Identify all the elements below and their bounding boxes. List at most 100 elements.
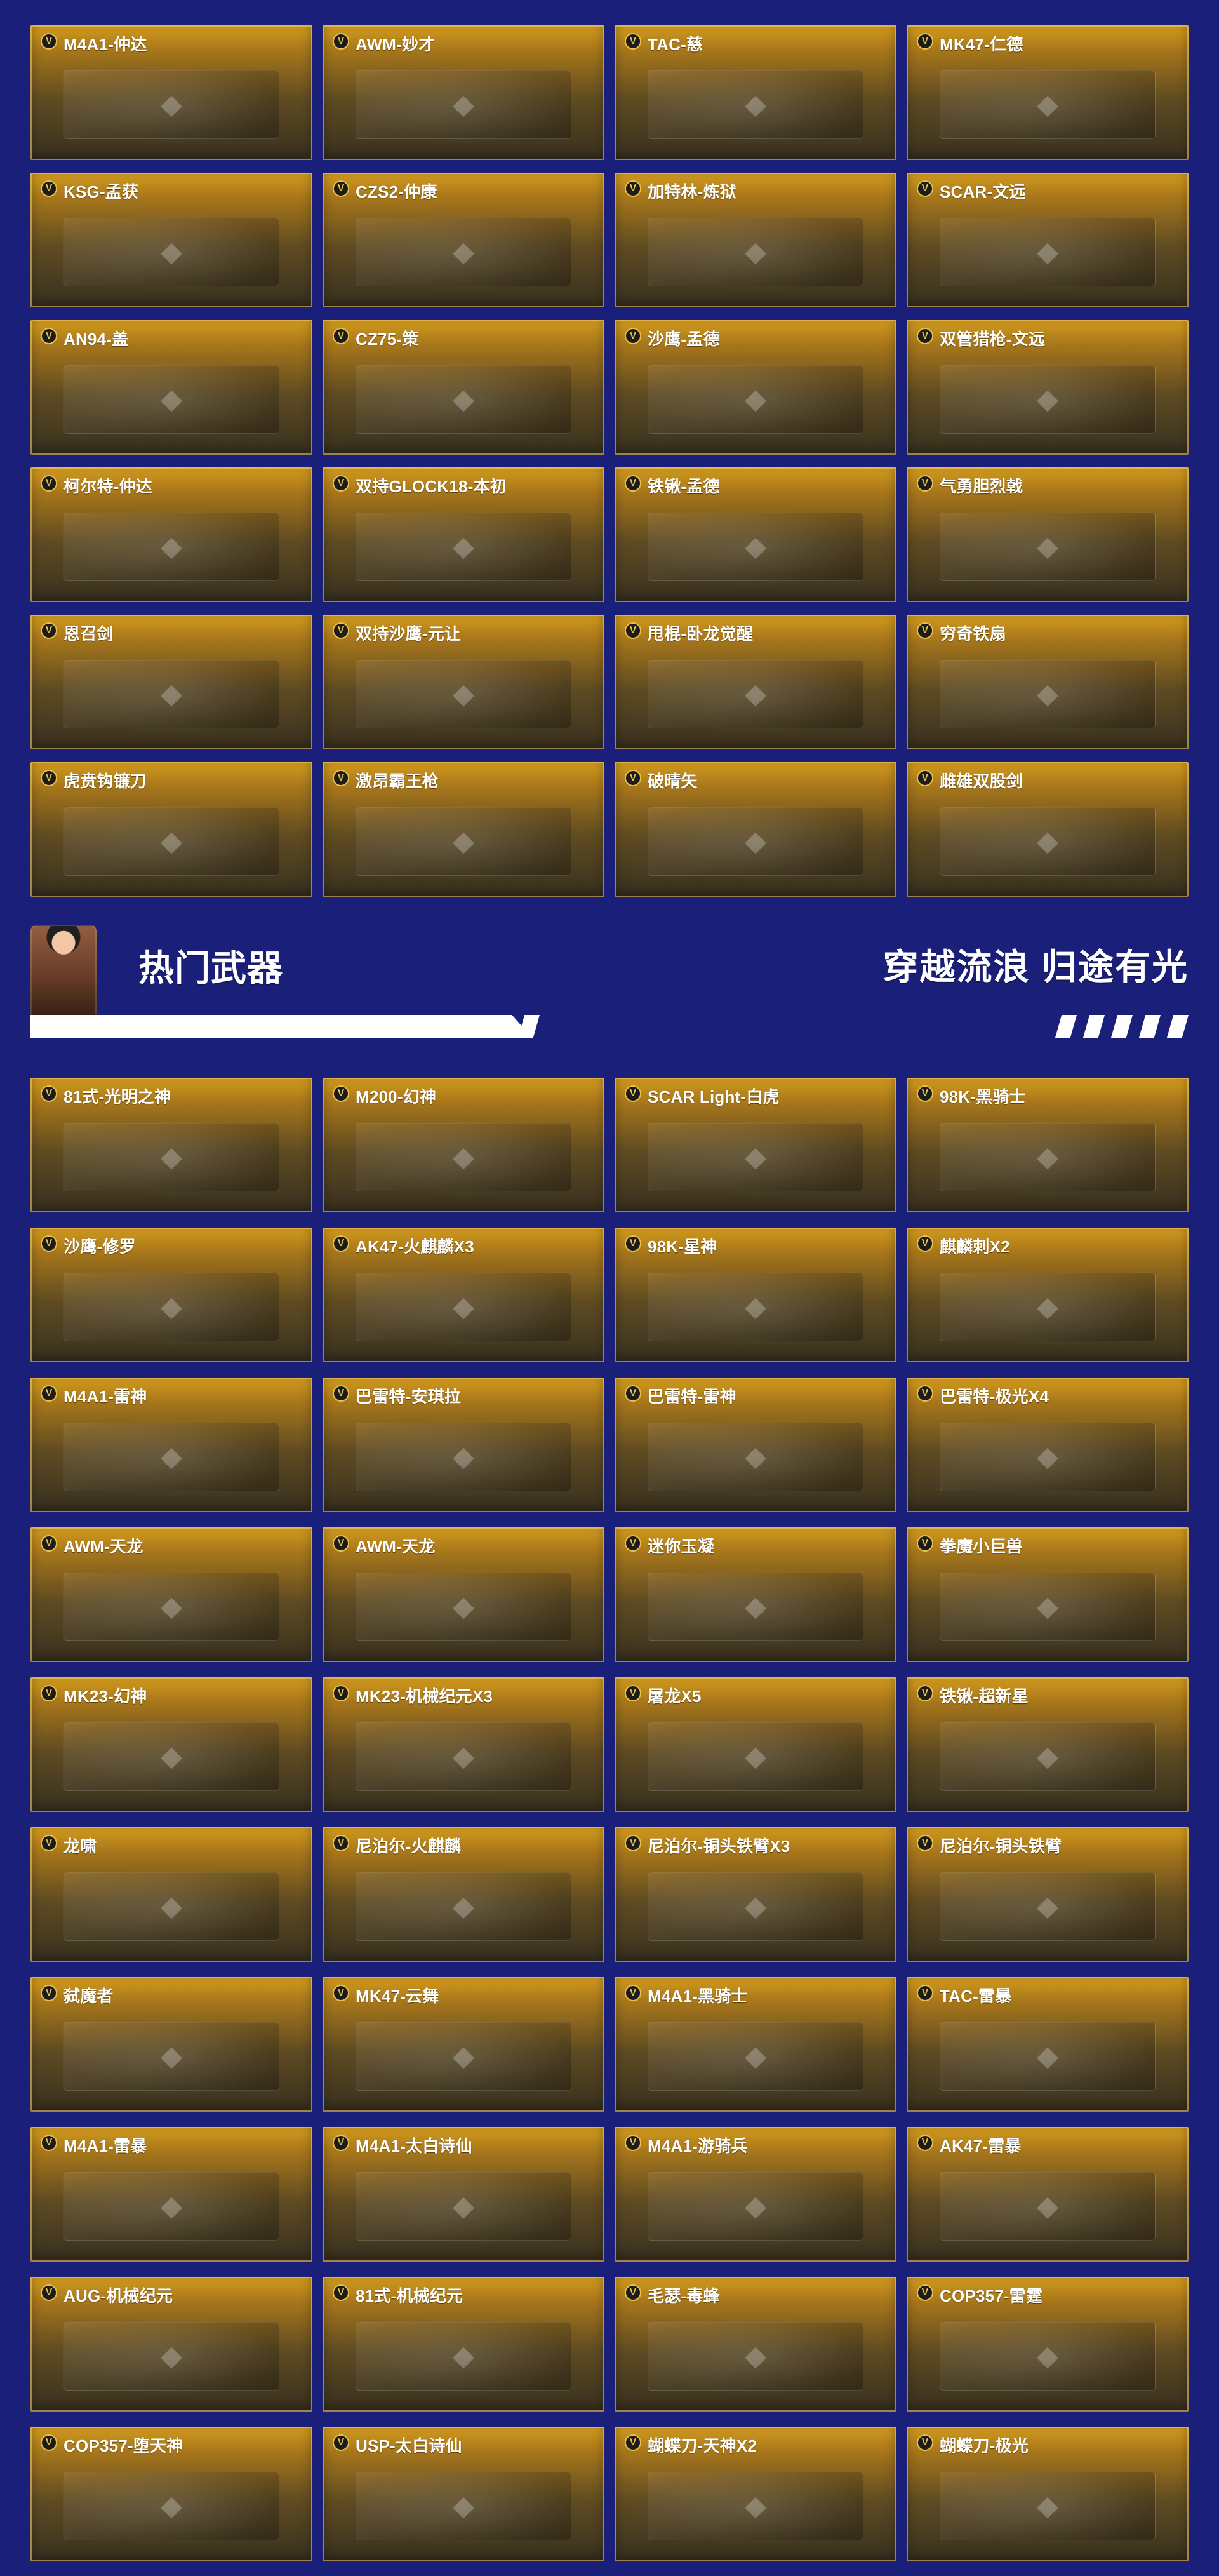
weapon-card[interactable]: V M4A1-雷暴 ◆ (30, 2127, 312, 2262)
sniper-icon: ◆ (356, 1423, 571, 1491)
weapon-card[interactable]: V M4A1-雷神 ◆ (30, 1378, 312, 1512)
weapon-card[interactable]: V 98K-星神 ◆ (615, 1228, 896, 1362)
weapon-card[interactable]: V M4A1-仲达 ◆ (30, 25, 312, 160)
pistol-icon: ◆ (356, 660, 571, 728)
weapon-name: 破晴矢 (648, 772, 698, 791)
weapon-card[interactable]: V 沙鹰-修罗 ◆ (30, 1228, 312, 1362)
rifle-icon: ◆ (356, 2322, 571, 2391)
weapon-card[interactable]: V 柯尔特-仲达 ◆ (30, 467, 312, 602)
weapon-card[interactable]: V M4A1-游骑兵 ◆ (615, 2127, 896, 2262)
weapon-card[interactable]: V 巴雷特-雷神 ◆ (615, 1378, 896, 1512)
weapon-card[interactable]: V KSG-孟获 ◆ (30, 173, 312, 307)
weapon-art: ◆ (917, 2460, 1178, 2553)
weapon-card[interactable]: V 气勇胆烈戟 ◆ (907, 467, 1189, 602)
weapon-card[interactable]: V 81式-机械纪元 ◆ (323, 2277, 604, 2412)
weapon-name: MK47-云舞 (356, 1987, 439, 2006)
weapon-card[interactable]: V MK23-机械纪元X3 ◆ (323, 1677, 604, 1812)
weapon-card[interactable]: V 穷奇铁扇 ◆ (907, 615, 1189, 749)
weapon-card[interactable]: V 沙鹰-孟德 ◆ (615, 320, 896, 455)
weapon-card[interactable]: V 雌雄双股剑 ◆ (907, 762, 1189, 897)
weapon-name: 沙鹰-孟德 (648, 330, 720, 349)
pistol-icon: ◆ (63, 1722, 279, 1791)
weapon-card[interactable]: V 尼泊尔-铜头铁臂X3 ◆ (615, 1827, 896, 1962)
weapon-name: 尼泊尔-铜头铁臂 (940, 1837, 1062, 1856)
weapon-card[interactable]: V MK47-云舞 ◆ (323, 1977, 604, 2112)
weapon-name: 恩召剑 (63, 624, 114, 643)
weapon-card[interactable]: V 98K-黑骑士 ◆ (907, 1078, 1189, 1212)
stripe (1055, 1015, 1077, 1038)
weapon-card[interactable]: V 毛瑟-毒蜂 ◆ (615, 2277, 896, 2412)
weapon-card[interactable]: V M4A1-黑骑士 ◆ (615, 1977, 896, 2112)
weapon-card[interactable]: V 尼泊尔-铜头铁臂 ◆ (907, 1827, 1189, 1962)
weapon-card[interactable]: V 虎贲钩镰刀 ◆ (30, 762, 312, 897)
pistol-icon: ◆ (63, 2472, 279, 2540)
weapon-card[interactable]: V 屠龙X5 ◆ (615, 1677, 896, 1812)
weapon-card[interactable]: V 迷你玉凝 ◆ (615, 1527, 896, 1662)
melee-icon: ◆ (940, 1273, 1156, 1341)
weapon-art: ◆ (333, 648, 594, 741)
rarity-badge-icon: V (625, 1985, 641, 2001)
weapon-card[interactable]: V 破晴矢 ◆ (615, 762, 896, 897)
weapon-card[interactable]: V 蝴蝶刀-天神X2 ◆ (615, 2427, 896, 2561)
weapon-card[interactable]: V 尼泊尔-火麒麟 ◆ (323, 1827, 604, 1962)
weapon-card[interactable]: V 弑魔者 ◆ (30, 1977, 312, 2112)
weapon-art: ◆ (41, 1860, 302, 1953)
stripe (1111, 1015, 1133, 1038)
weapon-art: ◆ (41, 58, 302, 151)
weapon-card[interactable]: V 铁锹-孟德 ◆ (615, 467, 896, 602)
weapon-card[interactable]: V TAC-慈 ◆ (615, 25, 896, 160)
weapon-card[interactable]: V AWM-天龙 ◆ (323, 1527, 604, 1662)
weapon-card[interactable]: V COP357-雷霆 ◆ (907, 2277, 1189, 2412)
weapon-card[interactable]: V 加特林-炼狱 ◆ (615, 173, 896, 307)
weapon-card[interactable]: V 蝴蝶刀-极光 ◆ (907, 2427, 1189, 2561)
weapon-card[interactable]: V 甩棍-卧龙觉醒 ◆ (615, 615, 896, 749)
weapon-name: 铁锹-孟德 (648, 477, 720, 496)
weapon-card[interactable]: V AWM-天龙 ◆ (30, 1527, 312, 1662)
weapon-card[interactable]: V 激昂霸王枪 ◆ (323, 762, 604, 897)
weapon-card[interactable]: V MK23-幻神 ◆ (30, 1677, 312, 1812)
weapon-card[interactable]: V 麒麟刺X2 ◆ (907, 1228, 1189, 1362)
weapon-card[interactable]: V AUG-机械纪元 ◆ (30, 2277, 312, 2412)
pistol-icon: ◆ (63, 513, 279, 581)
weapon-card[interactable]: V COP357-堕天神 ◆ (30, 2427, 312, 2561)
weapon-card[interactable]: V AN94-盖 ◆ (30, 320, 312, 455)
weapon-name: M4A1-仲达 (63, 35, 147, 54)
weapon-name: 双持GLOCK18-本初 (356, 477, 507, 496)
weapon-card[interactable]: V M200-幻神 ◆ (323, 1078, 604, 1212)
weapon-card[interactable]: V 铁锹-超新星 ◆ (907, 1677, 1189, 1812)
weapon-card[interactable]: V CZS2-仲康 ◆ (323, 173, 604, 307)
right-stripe-decoration (1055, 1015, 1189, 1038)
rarity-badge-icon: V (333, 1085, 349, 1102)
weapon-card[interactable]: V SCAR-文远 ◆ (907, 173, 1189, 307)
weapon-card[interactable]: V USP-太白诗仙 ◆ (323, 2427, 604, 2561)
weapon-card[interactable]: V CZ75-策 ◆ (323, 320, 604, 455)
weapon-card[interactable]: V 81式-光明之神 ◆ (30, 1078, 312, 1212)
rarity-badge-icon: V (625, 328, 641, 344)
weapon-card[interactable]: V AWM-妙才 ◆ (323, 25, 604, 160)
rarity-badge-icon: V (625, 622, 641, 639)
weapon-name: SCAR-文远 (940, 182, 1026, 201)
weapon-art: ◆ (41, 1111, 302, 1204)
weapon-card[interactable]: V AK47-雷暴 ◆ (907, 2127, 1189, 2262)
weapon-card[interactable]: V 巴雷特-安琪拉 ◆ (323, 1378, 604, 1512)
rifle-icon: ◆ (63, 2172, 279, 2241)
weapon-name: AK47-火麒麟X3 (356, 1237, 474, 1256)
weapon-card[interactable]: V 拳魔小巨兽 ◆ (907, 1527, 1189, 1662)
melee-icon: ◆ (648, 513, 863, 581)
weapon-card[interactable]: V 双持GLOCK18-本初 ◆ (323, 467, 604, 602)
weapon-card[interactable]: V 巴雷特-极光X4 ◆ (907, 1378, 1189, 1512)
weapon-card[interactable]: V 龙啸 ◆ (30, 1827, 312, 1962)
weapon-name: CZ75-策 (356, 330, 419, 349)
weapon-card[interactable]: V 双管猎枪-文远 ◆ (907, 320, 1189, 455)
pistol-icon: ◆ (356, 1722, 571, 1791)
weapon-card[interactable]: V AK47-火麒麟X3 ◆ (323, 1228, 604, 1362)
weapon-card[interactable]: V SCAR Light-白虎 ◆ (615, 1078, 896, 1212)
weapon-card[interactable]: V 双持沙鹰-元让 ◆ (323, 615, 604, 749)
rarity-badge-icon: V (333, 2434, 349, 2451)
weapon-card[interactable]: V 恩召剑 ◆ (30, 615, 312, 749)
weapon-card[interactable]: V MK47-仁德 ◆ (907, 25, 1189, 160)
weapon-card[interactable]: V TAC-雷暴 ◆ (907, 1977, 1189, 2112)
weapon-card[interactable]: V M4A1-太白诗仙 ◆ (323, 2127, 604, 2262)
weapon-name: 龙啸 (63, 1837, 97, 1856)
weapon-art: ◆ (625, 1111, 886, 1204)
